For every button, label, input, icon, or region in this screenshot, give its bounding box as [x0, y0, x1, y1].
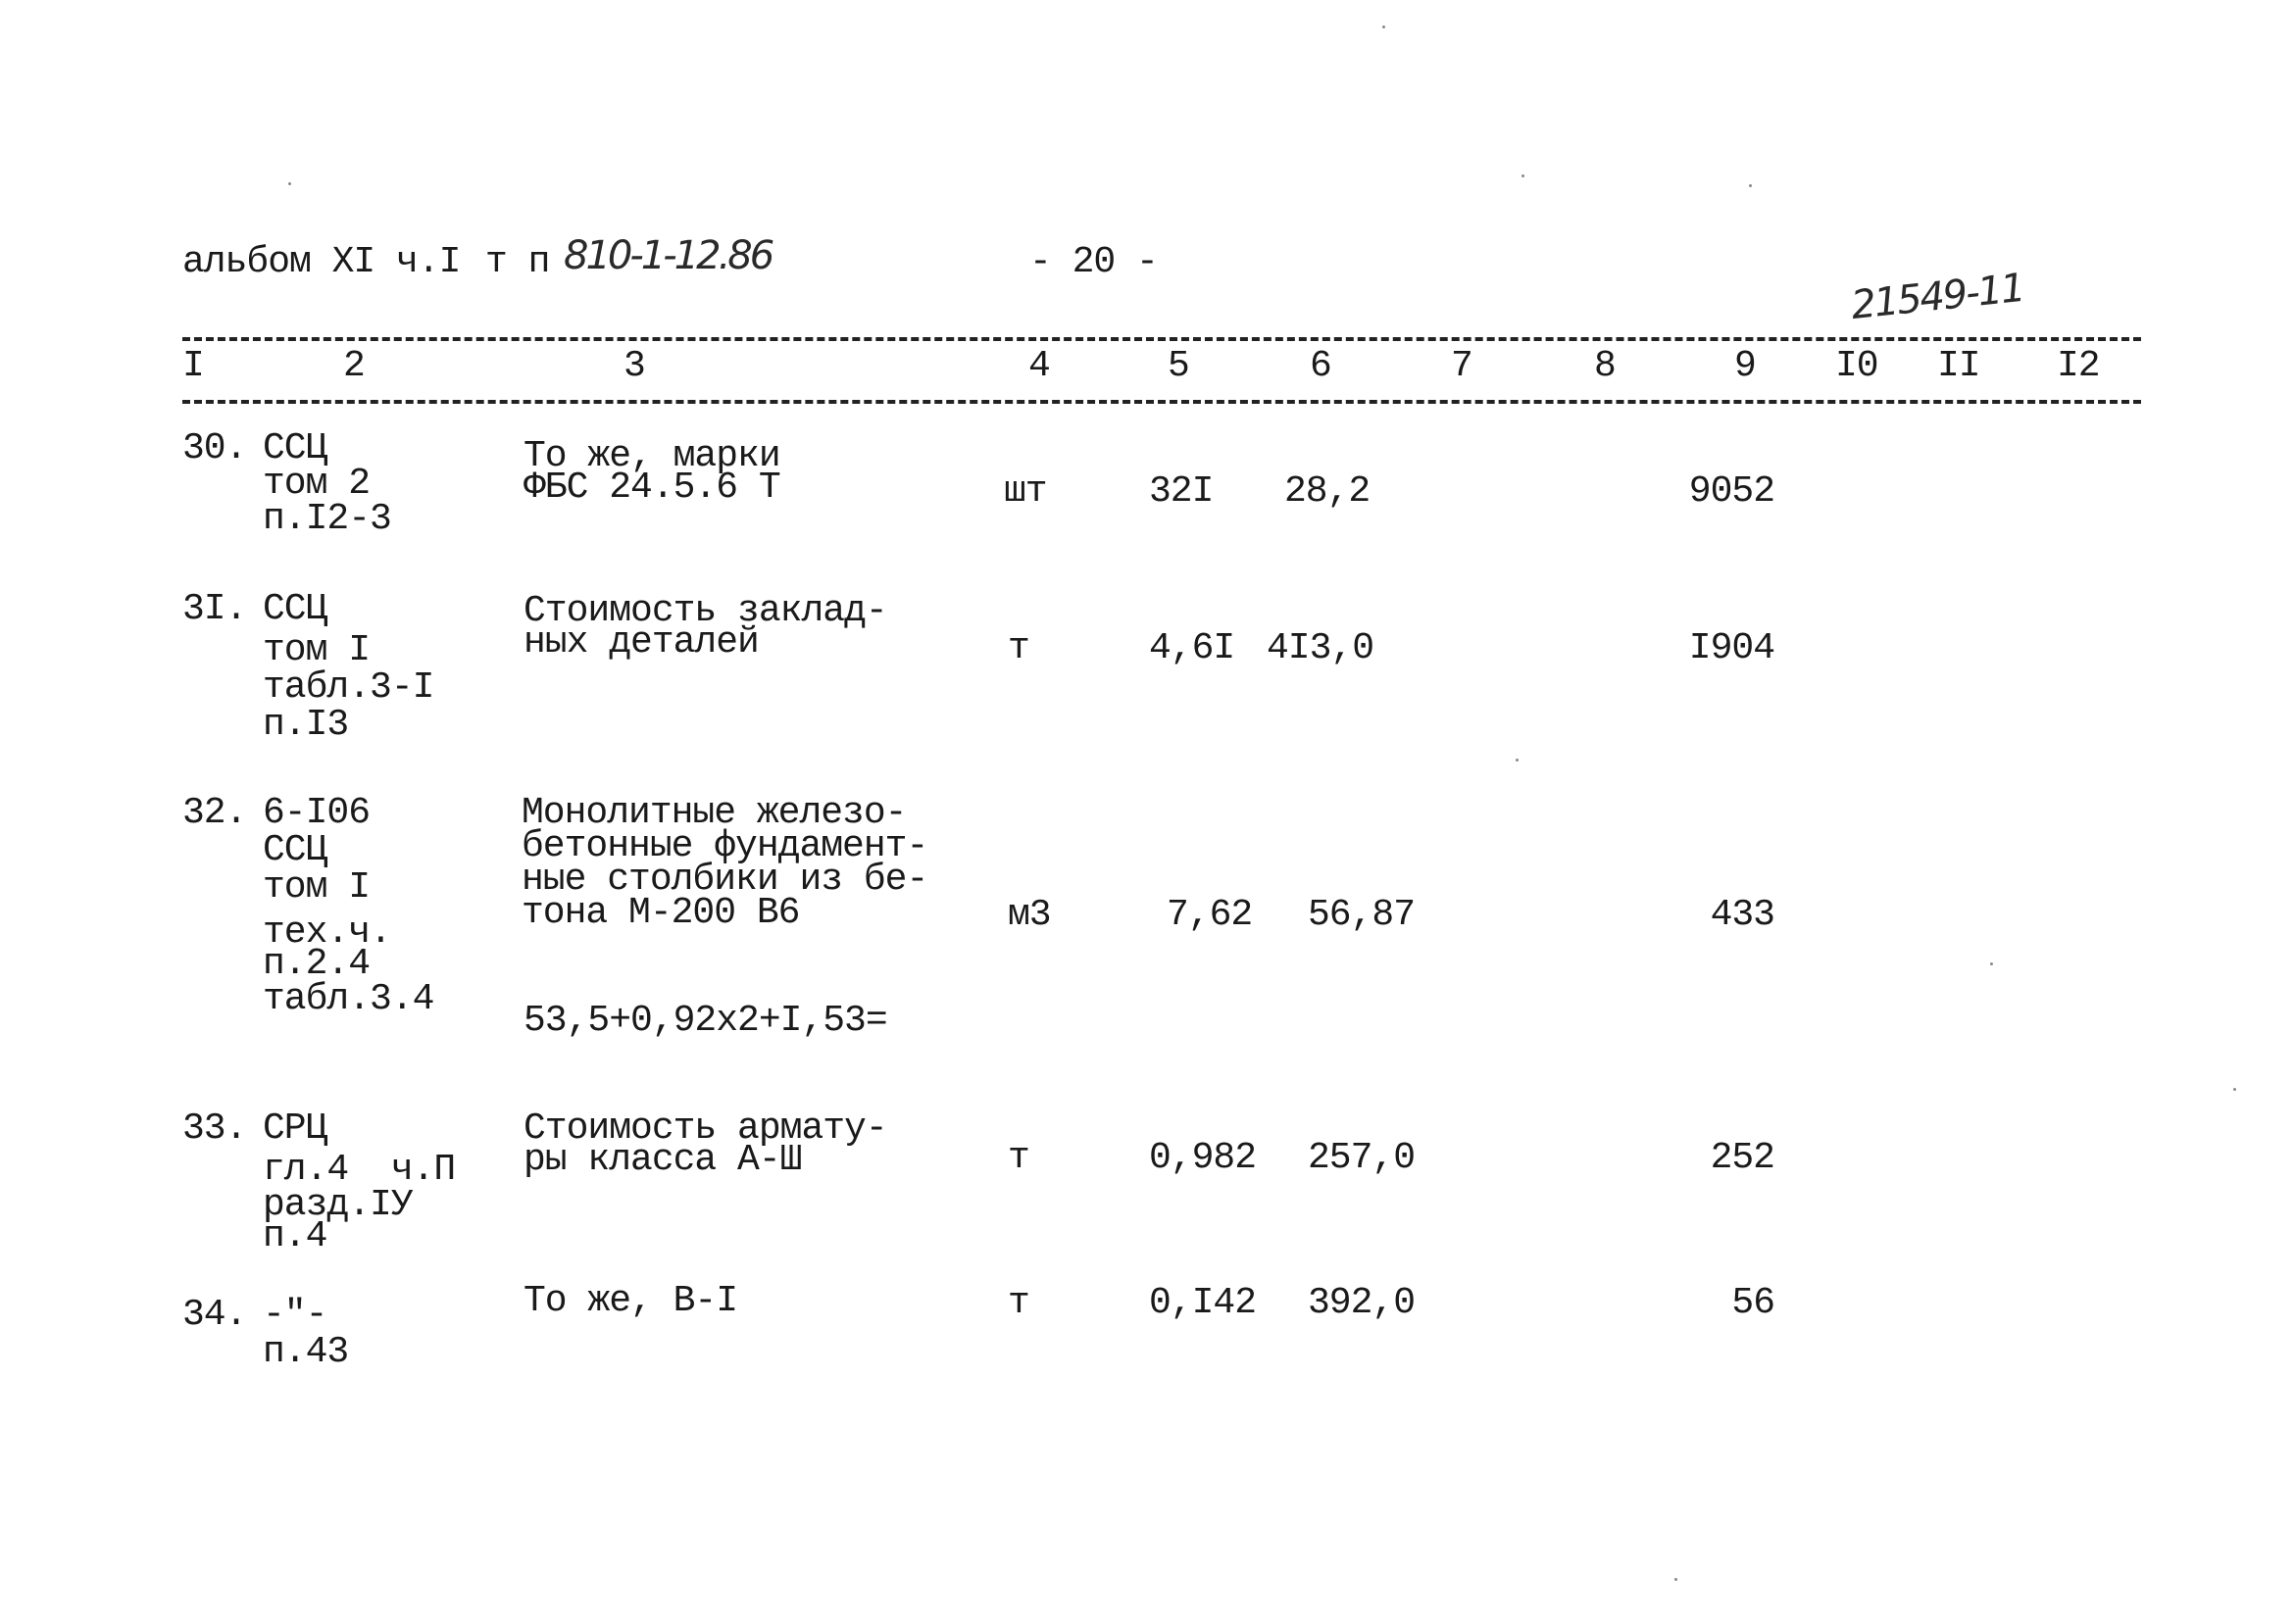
column-header-6: 6 [1310, 345, 1332, 387]
reference-line: том I [263, 866, 371, 909]
row-number: 33. [182, 1107, 247, 1150]
reference-line: ССЦ [263, 829, 327, 871]
unit: т [1008, 1137, 1030, 1179]
column-header-10: I0 [1835, 345, 1879, 387]
row-number: 30. [182, 427, 247, 469]
scan-speck [1990, 962, 1993, 965]
reference-line: п.43 [263, 1331, 349, 1373]
quantity: 0,982 [1149, 1137, 1257, 1179]
reference-line: гл.4 ч.П [263, 1149, 456, 1191]
column-header-9: 9 [1734, 345, 1757, 387]
reference-line: 6-I06 [263, 792, 371, 834]
row-number: 32. [182, 792, 247, 834]
reference-line: п.I2-3 [263, 498, 392, 540]
description-line: ФБС 24.5.6 Т [524, 467, 781, 509]
quantity: 7,62 [1167, 894, 1253, 936]
description-line: тона М-200 В6 [522, 892, 800, 934]
reference-line: п.4 [263, 1215, 327, 1257]
description-line: ры класса А-Ш [524, 1139, 802, 1181]
scan-speck [1749, 184, 1752, 187]
series-number: 810-1-12.86 [564, 233, 774, 278]
unit: т [1008, 1282, 1030, 1324]
quantity: 32I [1149, 470, 1214, 513]
unit-price: 4I3,0 [1267, 627, 1374, 669]
column-header-3: 3 [623, 345, 646, 387]
total-cost: 252 [1710, 1137, 1775, 1179]
row-number: 3I. [182, 588, 247, 630]
header-rule-top [182, 337, 2141, 341]
total-cost: 56 [1731, 1282, 1775, 1324]
column-header-1: I [182, 345, 205, 387]
column-header-8: 8 [1594, 345, 1617, 387]
album-label: альбом XI ч.I [182, 241, 461, 283]
reference-line: СРЦ [263, 1107, 327, 1150]
column-header-12: I2 [2057, 345, 2101, 387]
reference-line: п.I3 [263, 704, 349, 746]
description-line: То же, В-I [524, 1280, 738, 1322]
unit-price: 257,0 [1308, 1137, 1416, 1179]
quantity: 0,I42 [1149, 1282, 1257, 1324]
reference-line: табл.3.4 [263, 978, 434, 1020]
total-cost: 433 [1710, 894, 1775, 936]
header-rule-bottom [182, 400, 2141, 404]
scan-speck [2233, 1088, 2236, 1091]
reference-line: том 2 [263, 463, 371, 505]
reference-line: ССЦ [263, 427, 327, 469]
column-header-11: II [1937, 345, 1981, 387]
reference-line: п.2.4 [263, 943, 371, 985]
unit: м3 [1008, 894, 1052, 936]
description-line: ных деталей [524, 621, 760, 664]
unit-price: 28,2 [1284, 470, 1371, 513]
scan-speck [1382, 25, 1385, 28]
scan-speck [1521, 174, 1524, 177]
reference-line: том I [263, 629, 371, 671]
page-number: - 20 - [1029, 241, 1159, 283]
column-header-4: 4 [1028, 345, 1051, 387]
column-header-7: 7 [1451, 345, 1473, 387]
reference-line: -"- [263, 1294, 327, 1336]
unit-price: 392,0 [1308, 1282, 1416, 1324]
scan-speck [1674, 1578, 1677, 1581]
reference-line: ССЦ [263, 588, 327, 630]
quantity-formula: 53,5+0,92х2+I,53= [524, 1000, 888, 1042]
row-number: 34. [182, 1294, 247, 1336]
series-prefix: т п [485, 241, 550, 283]
unit: шт [1004, 470, 1048, 513]
scan-speck [288, 182, 291, 185]
column-header-2: 2 [343, 345, 366, 387]
column-header-5: 5 [1168, 345, 1190, 387]
reference-line: табл.3-I [263, 666, 434, 709]
archive-stamp-number: 21549-11 [1849, 265, 2026, 329]
scan-speck [1516, 759, 1519, 762]
quantity: 4,6I [1149, 627, 1235, 669]
unit: т [1008, 627, 1030, 669]
total-cost: I904 [1688, 627, 1775, 669]
document-page: { "header": { "album": "альбом XI ч.I", … [0, 0, 2294, 1624]
unit-price: 56,87 [1308, 894, 1416, 936]
total-cost: 9052 [1688, 470, 1775, 513]
